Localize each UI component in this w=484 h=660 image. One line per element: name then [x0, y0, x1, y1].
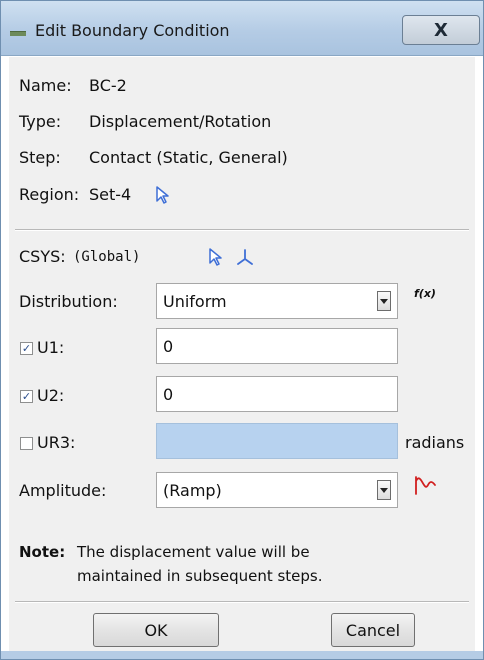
u1-input[interactable]: 0 [156, 328, 398, 364]
ur3-checkbox[interactable] [20, 437, 33, 450]
ok-button[interactable]: OK [93, 613, 219, 647]
name-value: BC-2 [89, 76, 127, 95]
amplitude-select[interactable]: (Ramp) [156, 472, 398, 508]
distribution-value: Uniform [163, 292, 227, 311]
edit-boundary-condition-dialog: Edit Boundary Condition X Name: BC-2 Typ… [0, 0, 484, 660]
u1-value: 0 [163, 337, 174, 356]
amplitude-label: Amplitude: [19, 481, 107, 500]
amplitude-curve-icon[interactable] [413, 473, 437, 497]
window-bottom-border [1, 651, 483, 659]
select-arrow-icon[interactable] [154, 185, 172, 205]
csys-select-icon[interactable] [207, 247, 225, 267]
dialog-body: Name: BC-2 Type: Displacement/Rotation S… [9, 57, 475, 653]
close-button[interactable]: X [402, 15, 480, 45]
distribution-select[interactable]: Uniform [156, 283, 398, 319]
amplitude-value: (Ramp) [163, 481, 222, 500]
u2-input[interactable]: 0 [156, 376, 398, 412]
u1-checkbox[interactable]: ✓ [20, 342, 33, 355]
ur3-input[interactable] [156, 423, 398, 459]
title-bar[interactable]: Edit Boundary Condition X [1, 1, 483, 56]
chevron-down-icon[interactable] [377, 291, 391, 311]
window-title: Edit Boundary Condition [35, 21, 230, 40]
u2-label: U2: [37, 386, 65, 405]
region-label: Region: [19, 185, 80, 204]
chevron-down-icon[interactable] [377, 480, 391, 500]
note-line-2: maintained in subsequent steps. [77, 567, 323, 585]
type-value: Displacement/Rotation [89, 112, 272, 131]
u1-label: U1: [37, 338, 65, 357]
fx-button[interactable]: f(x) [414, 287, 436, 300]
type-label: Type: [19, 112, 62, 131]
note-prefix: Note: [19, 543, 66, 561]
csys-axes-icon[interactable] [235, 247, 255, 267]
distribution-label: Distribution: [19, 292, 118, 311]
u2-value: 0 [163, 385, 174, 404]
name-label: Name: [19, 76, 72, 95]
csys-value: (Global) [73, 249, 141, 265]
region-value: Set-4 [89, 185, 132, 204]
ur3-unit: radians [405, 433, 465, 452]
ur3-label: UR3: [37, 433, 76, 452]
cancel-button[interactable]: Cancel [331, 613, 415, 647]
step-label: Step: [19, 148, 61, 167]
window-menu-icon[interactable] [10, 31, 26, 36]
csys-label: CSYS: [19, 247, 66, 266]
u2-checkbox[interactable]: ✓ [20, 390, 33, 403]
note-line-1: The displacement value will be [77, 543, 310, 561]
separator-bottom [15, 601, 469, 603]
separator-top [15, 229, 469, 231]
step-value: Contact (Static, General) [89, 148, 288, 167]
